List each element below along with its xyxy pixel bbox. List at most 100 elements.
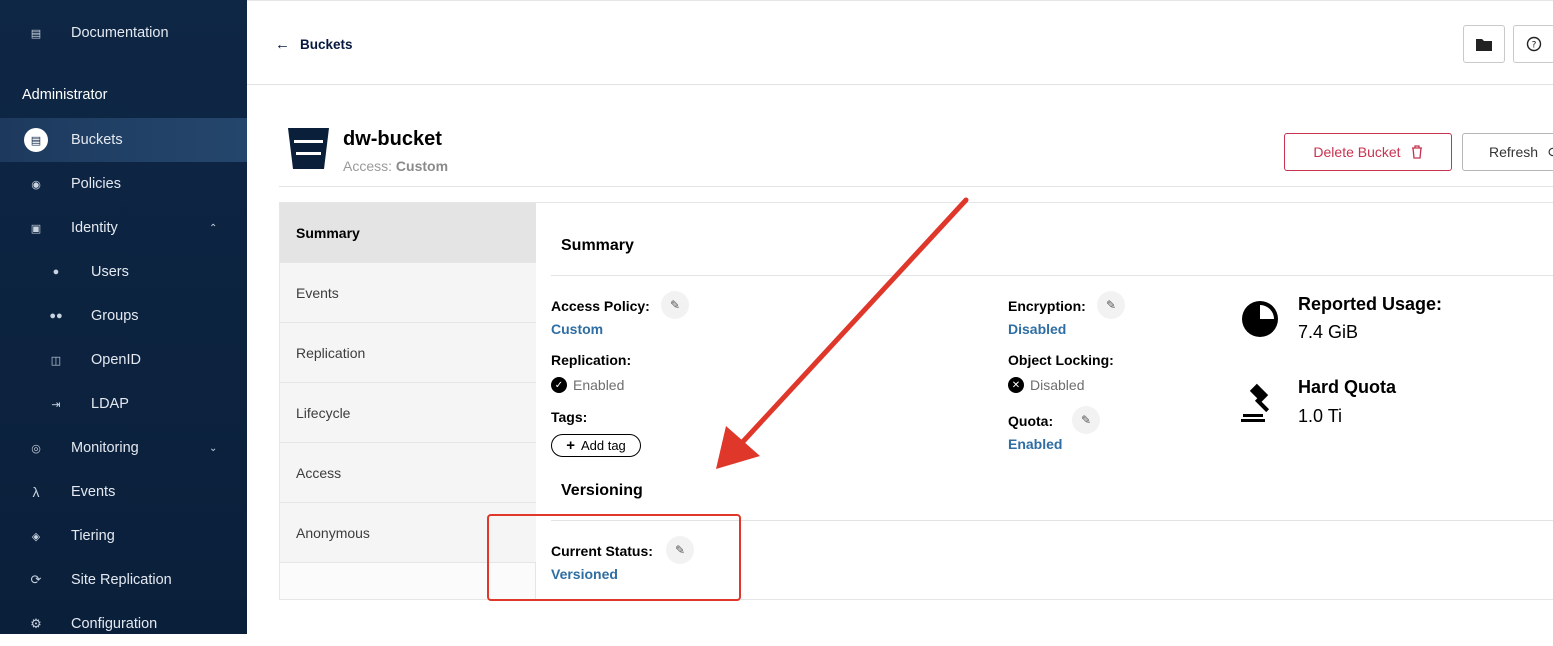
sidebar-item-buckets[interactable]: ▤ Buckets	[0, 118, 247, 162]
lambda-icon: λ	[32, 484, 40, 500]
gavel-icon	[1241, 383, 1270, 422]
access-policy-value[interactable]: Custom	[551, 321, 603, 337]
sidebar-item-policies[interactable]: ◉ Policies	[0, 162, 247, 206]
hard-quota-value: 1.0 Ti	[1298, 406, 1343, 426]
check-circle-icon: ✓	[551, 377, 567, 393]
quota-label: Quota:	[1008, 413, 1054, 429]
lock-icon: ◉	[31, 178, 41, 191]
annotation-highlight-box	[487, 514, 741, 601]
tab-summary[interactable]: Summary	[280, 203, 536, 263]
summary-divider	[551, 275, 1553, 276]
help-icon: ?	[1526, 36, 1542, 52]
pencil-icon: ✎	[1080, 413, 1092, 427]
access-policy-label: Access Policy:	[551, 298, 650, 314]
sidebar: ▤ Documentation Administrator ▤ Buckets …	[0, 0, 247, 634]
document-icon: ▤	[30, 27, 42, 40]
sync-icon: ⟳	[30, 572, 42, 587]
pie-chart-icon	[1242, 301, 1278, 337]
sidebar-item-label: Users	[91, 264, 129, 280]
sidebar-item-label: Buckets	[71, 132, 123, 148]
encryption-value[interactable]: Disabled	[1008, 321, 1066, 337]
pencil-icon: ✎	[669, 298, 681, 312]
sidebar-item-label: Identity	[71, 220, 118, 236]
delete-bucket-label: Delete Bucket	[1313, 144, 1401, 160]
back-to-buckets-link[interactable]: ← Buckets	[275, 36, 353, 53]
sidebar-item-openid[interactable]: ◫ OpenID	[0, 338, 247, 382]
plus-icon: +	[566, 437, 575, 454]
sidebar-item-site-replication[interactable]: ⟳ Site Replication	[0, 558, 247, 602]
encryption-label: Encryption:	[1008, 298, 1086, 314]
summary-section-title: Summary	[561, 237, 634, 254]
reported-usage-label: Reported Usage:	[1298, 294, 1443, 314]
sidebar-item-label: Documentation	[71, 25, 169, 41]
layers-icon: ◈	[31, 530, 41, 543]
user-icon: ●	[52, 266, 60, 278]
object-locking-status: ✕ Disabled	[1008, 377, 1084, 393]
tab-access[interactable]: Access	[280, 443, 536, 503]
sidebar-item-identity[interactable]: ▣ Identity ⌃	[0, 206, 247, 250]
sidebar-item-label: Configuration	[71, 616, 158, 632]
sidebar-item-label: Tiering	[71, 528, 115, 544]
bucket-icon: ▤	[24, 128, 48, 152]
sidebar-item-events[interactable]: λ Events	[0, 470, 247, 514]
sidebar-item-label: OpenID	[91, 352, 141, 368]
sidebar-item-documentation[interactable]: ▤ Documentation	[0, 11, 247, 55]
folder-icon	[1476, 38, 1492, 51]
bucket-name-title: dw-bucket	[343, 128, 442, 150]
versioning-section-title: Versioning	[561, 482, 643, 499]
tab-lifecycle[interactable]: Lifecycle	[280, 383, 536, 443]
refresh-button[interactable]: Refresh ⟳	[1462, 133, 1553, 171]
sidebar-item-label: Site Replication	[71, 572, 172, 588]
refresh-label: Refresh	[1489, 144, 1539, 160]
sidebar-item-tiering[interactable]: ◈ Tiering	[0, 514, 247, 558]
x-circle-icon: ✕	[1008, 377, 1024, 393]
sidebar-item-monitoring[interactable]: ◎ Monitoring ⌄	[0, 426, 247, 470]
bucket-access-info: Access: Custom	[343, 158, 448, 174]
edit-quota-button[interactable]: ✎	[1072, 406, 1100, 434]
bucket-logo-icon	[288, 128, 329, 169]
replication-label: Replication:	[551, 352, 632, 368]
access-prefix: Access:	[343, 158, 393, 174]
edit-encryption-button[interactable]: ✎	[1097, 291, 1125, 319]
svg-text:?: ?	[1532, 41, 1537, 51]
admin-section-heading: Administrator	[22, 87, 108, 103]
header-divider	[279, 186, 1553, 187]
chevron-up-icon: ⌃	[209, 222, 218, 234]
sidebar-item-label: LDAP	[91, 396, 129, 412]
add-tag-label: Add tag	[580, 438, 626, 453]
delete-bucket-button[interactable]: Delete Bucket	[1284, 133, 1452, 171]
tags-label: Tags:	[551, 409, 588, 425]
help-button[interactable]: ?	[1513, 25, 1553, 63]
chevron-down-icon: ⌄	[209, 442, 218, 454]
back-link-label: Buckets	[300, 37, 353, 52]
reported-usage-value: 7.4 GiB	[1298, 322, 1359, 342]
sidebar-item-ldap[interactable]: ⇥ LDAP	[0, 382, 247, 426]
login-icon: ⇥	[51, 398, 61, 411]
sidebar-item-label: Events	[71, 484, 116, 500]
replication-value: Enabled	[573, 377, 625, 393]
add-tag-button[interactable]: + Add tag	[551, 434, 641, 457]
top-bar: ← Buckets ?	[247, 0, 1553, 85]
pencil-icon: ✎	[1105, 298, 1117, 312]
trash-icon	[1411, 145, 1422, 159]
sidebar-item-users[interactable]: ● Users	[0, 250, 247, 294]
sidebar-item-label: Groups	[91, 308, 139, 324]
replication-status: ✓ Enabled	[551, 377, 624, 393]
monitor-icon: ◎	[31, 442, 41, 455]
access-value: Custom	[395, 158, 449, 174]
sidebar-item-groups[interactable]: ●● Groups	[0, 294, 247, 338]
gear-icon: ⚙	[30, 616, 42, 631]
object-locking-value: Disabled	[1030, 377, 1085, 393]
refresh-icon: ⟳	[1548, 144, 1553, 161]
edit-access-policy-button[interactable]: ✎	[661, 291, 689, 319]
tab-events[interactable]: Events	[280, 263, 536, 323]
arrow-left-icon: ←	[275, 36, 290, 53]
browse-folder-button[interactable]	[1463, 25, 1505, 63]
sidebar-item-label: Monitoring	[71, 440, 139, 456]
quota-value[interactable]: Enabled	[1008, 436, 1062, 452]
tab-replication[interactable]: Replication	[280, 323, 536, 383]
hard-quota-label: Hard Quota	[1298, 377, 1397, 397]
sidebar-item-label: Policies	[71, 176, 121, 192]
sidebar-item-configuration[interactable]: ⚙ Configuration	[0, 602, 247, 646]
object-locking-label: Object Locking:	[1008, 352, 1114, 368]
